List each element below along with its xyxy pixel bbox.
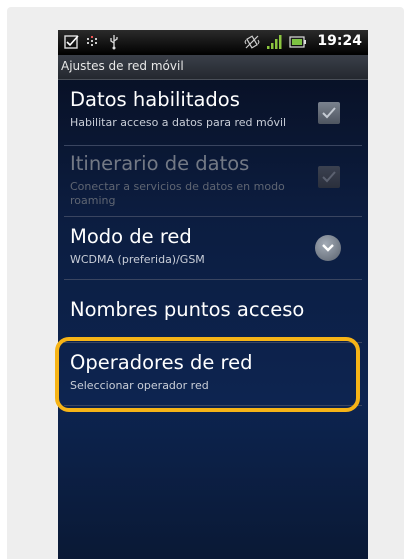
highlight-annotation bbox=[55, 337, 360, 412]
setting-summary-line2: roaming bbox=[70, 194, 116, 207]
status-time: 19:24 bbox=[317, 33, 362, 49]
checkmark-icon bbox=[322, 107, 336, 119]
network-mode-dropdown[interactable] bbox=[315, 235, 341, 261]
setting-title: Itinerario de datos bbox=[70, 152, 250, 175]
setting-nombres-puntos-acceso[interactable]: Nombres puntos acceso bbox=[58, 280, 368, 342]
setting-modo-de-red[interactable]: Modo de red WCDMA (preferida)/GSM bbox=[58, 217, 368, 279]
phone-screen: 19:24 Ajustes de red móvil Datos habilit… bbox=[58, 30, 368, 559]
vibrate-icon bbox=[244, 34, 260, 50]
battery-icon bbox=[289, 34, 307, 50]
equalizer-icon bbox=[86, 34, 100, 50]
setting-title: Modo de red bbox=[70, 225, 192, 248]
chevron-down-icon bbox=[322, 244, 334, 252]
setting-summary: Habilitar acceso a datos para red móvil bbox=[70, 116, 287, 129]
status-bar: 19:24 bbox=[58, 30, 368, 55]
setting-summary-line1: Conectar a servicios de datos en modo bbox=[70, 180, 285, 193]
data-roaming-checkbox bbox=[318, 166, 340, 188]
checkbox-notification-icon bbox=[64, 34, 80, 50]
usb-icon bbox=[108, 34, 120, 50]
setting-title: Datos habilitados bbox=[70, 88, 240, 111]
data-enabled-checkbox[interactable] bbox=[318, 102, 340, 124]
setting-title: Nombres puntos acceso bbox=[70, 298, 305, 321]
signal-icon bbox=[266, 34, 282, 50]
setting-summary: WCDMA (preferida)/GSM bbox=[70, 253, 205, 266]
checkmark-icon bbox=[322, 171, 336, 183]
setting-datos-habilitados[interactable]: Datos habilitados Habilitar acceso a dat… bbox=[58, 80, 368, 145]
screen-title-bar: Ajustes de red móvil bbox=[58, 55, 368, 80]
setting-itinerario-de-datos: Itinerario de datos Conectar a servicios… bbox=[58, 146, 368, 216]
screen-title: Ajustes de red móvil bbox=[61, 59, 184, 73]
